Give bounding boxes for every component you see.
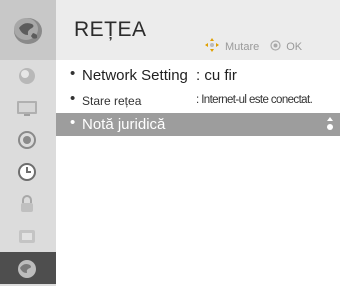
network-globe-icon	[12, 16, 44, 51]
bullet: •	[70, 65, 76, 82]
menu-item-value: : cu fir	[196, 67, 237, 84]
bullet: •	[70, 114, 76, 131]
menu-item-label: Network Setting	[82, 67, 188, 84]
rail-item-audio[interactable]	[0, 124, 56, 156]
rail-items	[0, 60, 56, 284]
menu-item-legal-notice[interactable]: • Notă juridică	[56, 113, 340, 136]
rail-item-picture[interactable]	[0, 60, 56, 92]
settings-menu: • Network Setting : cu fir • Stare rețea…	[56, 60, 340, 286]
picture-icon	[14, 65, 40, 87]
rail-item-time[interactable]	[0, 156, 56, 188]
bullet: •	[70, 90, 76, 107]
network-icon	[14, 257, 40, 279]
page-title: REȚEA	[74, 18, 147, 41]
menu-header: REȚEA Mutare OK	[56, 0, 340, 60]
category-rail	[0, 0, 56, 286]
hint-move-label: Mutare	[225, 40, 260, 53]
option-icon	[14, 225, 40, 247]
hint-ok-label: OK	[286, 40, 303, 53]
rail-header	[0, 0, 56, 60]
ok-button-icon	[270, 39, 281, 54]
rail-item-screen[interactable]	[0, 92, 56, 124]
time-icon	[14, 161, 40, 183]
menu-item-label: Stare rețea	[82, 94, 142, 108]
navigation-hint: Mutare OK	[204, 37, 302, 56]
menu-item-network-status[interactable]: • Stare rețea : Internet-ul este conecta…	[56, 90, 340, 112]
lock-icon	[14, 193, 40, 215]
dpad-icon	[204, 37, 220, 56]
audio-icon	[14, 129, 40, 151]
menu-item-label: Notă juridică	[82, 116, 166, 133]
rail-item-option[interactable]	[0, 220, 56, 252]
rail-item-network[interactable]	[0, 252, 56, 284]
menu-item-network-setting[interactable]: • Network Setting : cu fir	[56, 65, 340, 87]
rail-item-lock[interactable]	[0, 188, 56, 220]
menu-item-value: : Internet-ul este conectat.	[196, 94, 313, 106]
screen-icon	[14, 97, 40, 119]
scroll-arrows-icon	[326, 116, 334, 137]
